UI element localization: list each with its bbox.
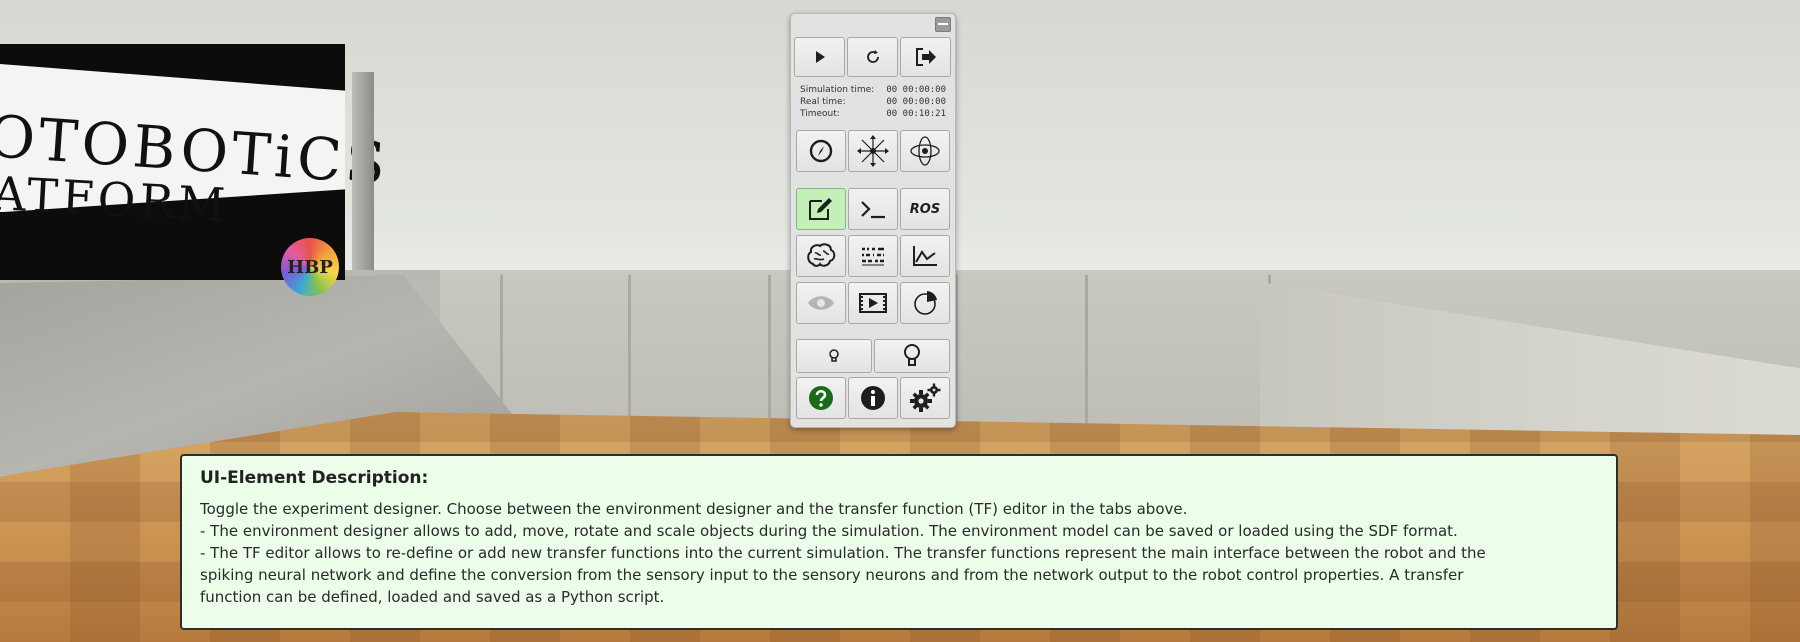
terminal-button[interactable] bbox=[848, 188, 898, 230]
terminal-icon bbox=[861, 201, 885, 219]
rotate-button[interactable] bbox=[900, 130, 950, 172]
light-decrease-button[interactable] bbox=[796, 339, 872, 373]
description-line: function can be defined, loaded and save… bbox=[200, 588, 665, 606]
performance-monitor-button[interactable] bbox=[900, 282, 950, 324]
pie-chart-icon bbox=[914, 291, 937, 315]
simulation-time-row: Simulation time: 00 00:00:00 bbox=[800, 84, 946, 96]
banner-post bbox=[352, 72, 374, 270]
move-arrows-icon bbox=[857, 135, 889, 167]
exit-icon bbox=[915, 48, 936, 66]
ros-terminal-button[interactable]: ROS bbox=[900, 188, 950, 230]
ros-label: ROS bbox=[909, 201, 941, 217]
joint-plot-button[interactable] bbox=[900, 235, 950, 277]
simulation-times: Simulation time: 00 00:00:00 Real time: … bbox=[800, 84, 946, 120]
rotate-arrows-icon bbox=[910, 136, 940, 166]
orbit-camera-button[interactable] bbox=[796, 130, 846, 172]
real-time-label: Real time: bbox=[800, 97, 846, 107]
help-button[interactable] bbox=[796, 377, 846, 419]
help-icon bbox=[809, 386, 833, 410]
spike-monitor-button[interactable] bbox=[848, 235, 898, 277]
settings-button[interactable] bbox=[900, 377, 950, 419]
real-time-value: 00 00:00:00 bbox=[886, 97, 946, 107]
translate-button[interactable] bbox=[848, 130, 898, 172]
banner: OTOBOTiCS ATFORM HBP bbox=[0, 44, 391, 296]
timeout-value: 00 00:10:21 bbox=[886, 109, 946, 119]
timeout-label: Timeout: bbox=[800, 109, 840, 119]
reset-icon bbox=[866, 50, 879, 63]
brain-editor-button[interactable] bbox=[796, 235, 846, 277]
minimize-button[interactable] bbox=[935, 17, 951, 32]
video-stream-button[interactable] bbox=[848, 282, 898, 324]
simulation-time-value: 00 00:00:00 bbox=[886, 85, 946, 95]
description-title: UI-Element Description: bbox=[200, 468, 429, 488]
real-time-row: Real time: 00 00:00:00 bbox=[800, 96, 946, 108]
edit-icon bbox=[809, 198, 832, 220]
line-chart-icon bbox=[913, 246, 937, 266]
video-icon bbox=[859, 293, 887, 313]
timeout-row: Timeout: 00 00:10:21 bbox=[800, 108, 946, 120]
eye-icon bbox=[808, 296, 834, 310]
info-button[interactable] bbox=[848, 377, 898, 419]
ui-element-description: UI-Element Description: Toggle the exper… bbox=[180, 454, 1618, 630]
description-line: spiking neural network and define the co… bbox=[200, 566, 1464, 584]
light-increase-button[interactable] bbox=[874, 339, 950, 373]
simulation-control-panel: Simulation time: 00 00:00:00 Real time: … bbox=[790, 13, 956, 428]
camera-view-button[interactable] bbox=[796, 282, 846, 324]
description-line: - The environment designer allows to add… bbox=[200, 522, 1458, 540]
exit-button[interactable] bbox=[900, 37, 951, 77]
experiment-designer-button[interactable] bbox=[796, 188, 846, 230]
hbp-logo: HBP bbox=[281, 238, 339, 296]
description-line: - The TF editor allows to re-define or a… bbox=[200, 544, 1486, 562]
description-line: Toggle the experiment designer. Choose b… bbox=[200, 500, 1188, 518]
gears-icon bbox=[910, 383, 941, 412]
small-bulb-icon bbox=[829, 349, 839, 362]
play-icon bbox=[815, 51, 825, 63]
brain-icon bbox=[807, 243, 836, 267]
info-icon bbox=[861, 386, 885, 410]
reset-button[interactable] bbox=[847, 37, 898, 77]
large-bulb-icon bbox=[904, 344, 920, 366]
compass-icon bbox=[809, 139, 833, 163]
simulation-time-label: Simulation time: bbox=[800, 85, 875, 95]
play-button[interactable] bbox=[794, 37, 845, 77]
raster-plot-icon bbox=[862, 247, 884, 266]
